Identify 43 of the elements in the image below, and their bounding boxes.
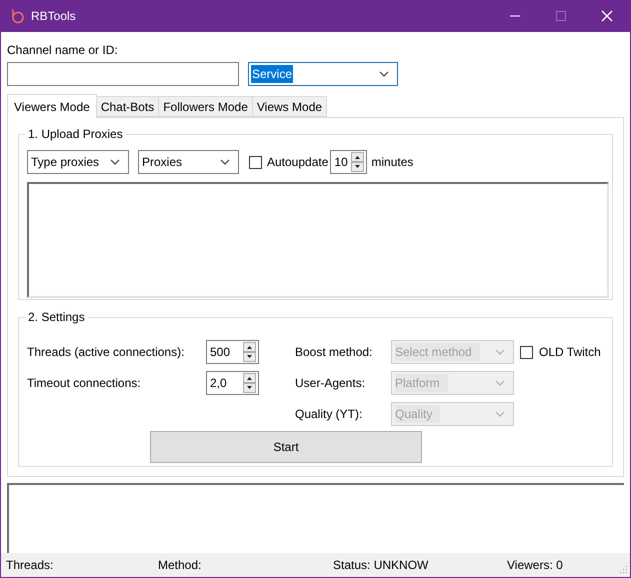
checkbox[interactable]	[520, 346, 533, 358]
dropdown[interactable]: Proxies	[138, 150, 239, 174]
log-field[interactable]	[7, 483, 624, 553]
caret-icon	[220, 159, 230, 165]
tab[interactable]: Viewers Mode	[7, 94, 97, 118]
status-text: Viewers: 0	[507, 557, 564, 574]
number-spinner[interactable]: 2,0	[206, 371, 259, 395]
caret-icon	[495, 349, 505, 355]
start-button[interactable]: Start	[150, 431, 422, 463]
up-down-arrows-icon	[243, 373, 256, 393]
unit-label: minutes	[371, 154, 414, 171]
close-icon	[601, 10, 613, 22]
tab[interactable]: Followers Mode	[159, 96, 253, 117]
maximize-icon	[556, 11, 566, 21]
channel-input[interactable]	[7, 62, 239, 86]
number-spinner[interactable]: 500	[206, 340, 259, 364]
number-spinner[interactable]: 10	[330, 150, 368, 174]
dropdown[interactable]: Type proxies	[27, 150, 129, 174]
setting-label: Quality (YT):	[295, 406, 364, 423]
status-text: Threads:	[6, 557, 54, 574]
caret-icon	[495, 380, 505, 386]
tab[interactable]: Chat-Bots	[96, 96, 160, 117]
setting-label: Threads (active connections):	[27, 344, 186, 361]
up-down-arrows-icon	[243, 342, 256, 362]
setting-label: Timeout connections:	[27, 375, 142, 392]
checkbox-label: OLD Twitch	[539, 344, 601, 361]
window-title: RBTools	[31, 8, 76, 25]
setting-label: User-Agents:	[295, 375, 366, 392]
tab[interactable]: Views Mode	[252, 96, 328, 117]
resize-grip-icon	[618, 564, 628, 574]
up-down-arrows-icon	[351, 152, 364, 172]
service-dropdown[interactable]: Service	[248, 62, 398, 86]
checkbox[interactable]	[249, 156, 262, 168]
caret-icon	[495, 411, 505, 417]
status-text: Status: UNKNOW	[333, 557, 430, 574]
logo-icon	[9, 8, 25, 24]
caret-icon	[110, 159, 120, 165]
setting-label: Boost method:	[295, 344, 374, 361]
checkbox-label: Autoupdate	[267, 154, 328, 171]
field-label: Channel name or ID:	[7, 42, 119, 58]
caret-icon	[379, 71, 389, 77]
status-text: Method:	[158, 557, 202, 574]
proxy-list-field[interactable]	[27, 182, 609, 298]
